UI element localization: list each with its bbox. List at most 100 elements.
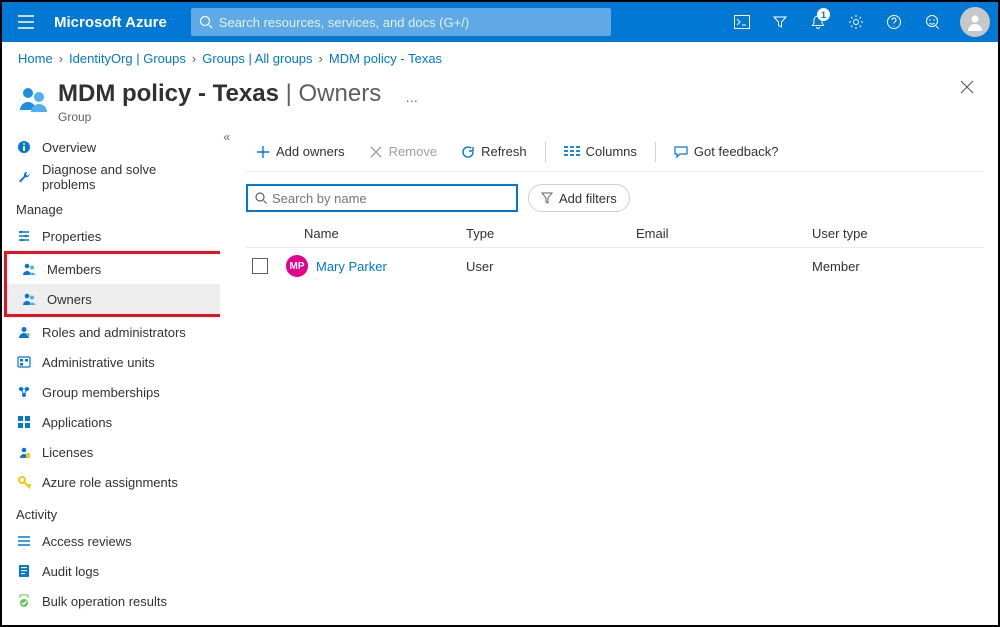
- row-avatar: MP: [286, 255, 308, 277]
- sidebar-label: Overview: [42, 140, 96, 155]
- sidebar-item-overview[interactable]: Overview: [2, 132, 218, 162]
- sidebar-item-diagnose[interactable]: Diagnose and solve problems: [2, 162, 218, 192]
- sidebar-scroll[interactable]: Overview Diagnose and solve problems Man…: [2, 132, 220, 627]
- sidebar-item-role-assignments[interactable]: Azure role assignments: [2, 467, 218, 497]
- bulk-icon: [16, 593, 32, 609]
- help-button[interactable]: [876, 2, 912, 42]
- breadcrumb-current[interactable]: MDM policy - Texas: [329, 51, 442, 66]
- row-type: User: [466, 259, 636, 274]
- feedback-top-button[interactable]: [914, 2, 950, 42]
- filter-icon: [772, 14, 788, 30]
- command-bar: Add owners Remove Refresh Columns Got fe…: [246, 132, 984, 172]
- refresh-icon: [461, 145, 475, 159]
- col-header-usertype[interactable]: User type: [812, 226, 984, 241]
- close-blade-button[interactable]: [960, 80, 974, 94]
- sidebar-label: Bulk operation results: [42, 594, 167, 609]
- columns-button[interactable]: Columns: [554, 136, 647, 168]
- hamburger-menu[interactable]: [10, 6, 42, 38]
- sidebar-label: Access reviews: [42, 534, 132, 549]
- close-icon: [960, 80, 974, 94]
- refresh-button[interactable]: Refresh: [451, 136, 537, 168]
- hamburger-icon: [18, 15, 34, 29]
- sidebar-label: Administrative units: [42, 355, 155, 370]
- col-header-name[interactable]: Name: [286, 226, 466, 241]
- main-panel: Add owners Remove Refresh Columns Got fe…: [232, 132, 998, 627]
- more-actions[interactable]: …: [405, 90, 420, 105]
- breadcrumb-level2[interactable]: Groups | All groups: [202, 51, 312, 66]
- row-checkbox[interactable]: [252, 258, 268, 274]
- apps-icon: [16, 414, 32, 430]
- sidebar-item-applications[interactable]: Applications: [2, 407, 218, 437]
- settings-button[interactable]: [838, 2, 874, 42]
- breadcrumb-level1[interactable]: IdentityOrg | Groups: [69, 51, 186, 66]
- breadcrumb: Home› IdentityOrg | Groups› Groups | All…: [2, 42, 998, 70]
- global-search[interactable]: [191, 8, 611, 36]
- info-icon: [16, 139, 32, 155]
- page-subtitle: Group: [58, 110, 381, 124]
- separator: [545, 142, 546, 162]
- chat-icon: [674, 145, 688, 159]
- global-search-input[interactable]: [219, 15, 603, 30]
- sidebar: « Overview Diagnose and solve problems M…: [2, 132, 232, 627]
- sidebar-label: Members: [47, 262, 101, 277]
- table-header: Name Type Email User type: [246, 220, 984, 248]
- sidebar-item-admin-units[interactable]: Administrative units: [2, 347, 218, 377]
- col-header-email[interactable]: Email: [636, 226, 812, 241]
- cloud-shell-icon: [734, 15, 750, 29]
- feedback-button[interactable]: Got feedback?: [664, 136, 789, 168]
- license-icon: [16, 444, 32, 460]
- sidebar-label: Azure role assignments: [42, 475, 178, 490]
- sidebar-label: Applications: [42, 415, 112, 430]
- directory-filter-button[interactable]: [762, 2, 798, 42]
- sidebar-item-roles[interactable]: Roles and administrators: [2, 317, 218, 347]
- row-name-link[interactable]: Mary Parker: [316, 259, 387, 274]
- sidebar-item-memberships[interactable]: Group memberships: [2, 377, 218, 407]
- cloud-shell-button[interactable]: [724, 2, 760, 42]
- x-icon: [369, 145, 383, 159]
- sidebar-item-members[interactable]: Members: [7, 254, 220, 284]
- group-header-icon: [18, 84, 48, 114]
- feedback-smiley-icon: [924, 14, 940, 30]
- gear-icon: [848, 14, 864, 30]
- sidebar-label: Licenses: [42, 445, 93, 460]
- admin-icon: [16, 324, 32, 340]
- collapse-sidebar-button[interactable]: «: [223, 130, 230, 144]
- table-row[interactable]: MP Mary Parker User Member: [246, 248, 984, 284]
- person-icon: [965, 12, 985, 32]
- sidebar-label: Owners: [47, 292, 92, 307]
- sidebar-item-access-reviews[interactable]: Access reviews: [2, 526, 218, 556]
- sidebar-label: Roles and administrators: [42, 325, 186, 340]
- sidebar-item-properties[interactable]: Properties: [2, 221, 218, 251]
- logs-icon: [16, 563, 32, 579]
- sidebar-section-activity: Activity: [2, 497, 218, 526]
- add-owners-button[interactable]: Add owners: [246, 136, 355, 168]
- sidebar-item-audit-logs[interactable]: Audit logs: [2, 556, 218, 586]
- row-usertype: Member: [812, 259, 984, 274]
- sidebar-item-licenses[interactable]: Licenses: [2, 437, 218, 467]
- add-filters-button[interactable]: Add filters: [528, 184, 630, 212]
- owners-table: Name Type Email User type MP Mary Parker…: [246, 220, 984, 284]
- plus-icon: [256, 145, 270, 159]
- search-icon: [199, 15, 213, 29]
- columns-icon: [564, 146, 580, 158]
- key-icon: [16, 474, 32, 490]
- help-icon: [886, 14, 902, 30]
- breadcrumb-home[interactable]: Home: [18, 51, 53, 66]
- reviews-icon: [16, 533, 32, 549]
- sidebar-item-bulk-results[interactable]: Bulk operation results: [2, 586, 218, 616]
- search-by-name[interactable]: [246, 184, 518, 212]
- sidebar-label: Diagnose and solve problems: [42, 162, 204, 192]
- wrench-icon: [16, 169, 32, 185]
- properties-icon: [16, 228, 32, 244]
- brand-title: Microsoft Azure: [54, 14, 167, 31]
- user-avatar[interactable]: [960, 7, 990, 37]
- separator: [655, 142, 656, 162]
- sidebar-item-owners[interactable]: Owners: [7, 284, 220, 314]
- filter-bar: Add filters: [246, 172, 984, 220]
- search-by-name-input[interactable]: [272, 191, 510, 206]
- people-icon: [21, 261, 37, 277]
- memberships-icon: [16, 384, 32, 400]
- notifications-button[interactable]: 1: [800, 2, 836, 42]
- remove-button: Remove: [359, 136, 447, 168]
- col-header-type[interactable]: Type: [466, 226, 636, 241]
